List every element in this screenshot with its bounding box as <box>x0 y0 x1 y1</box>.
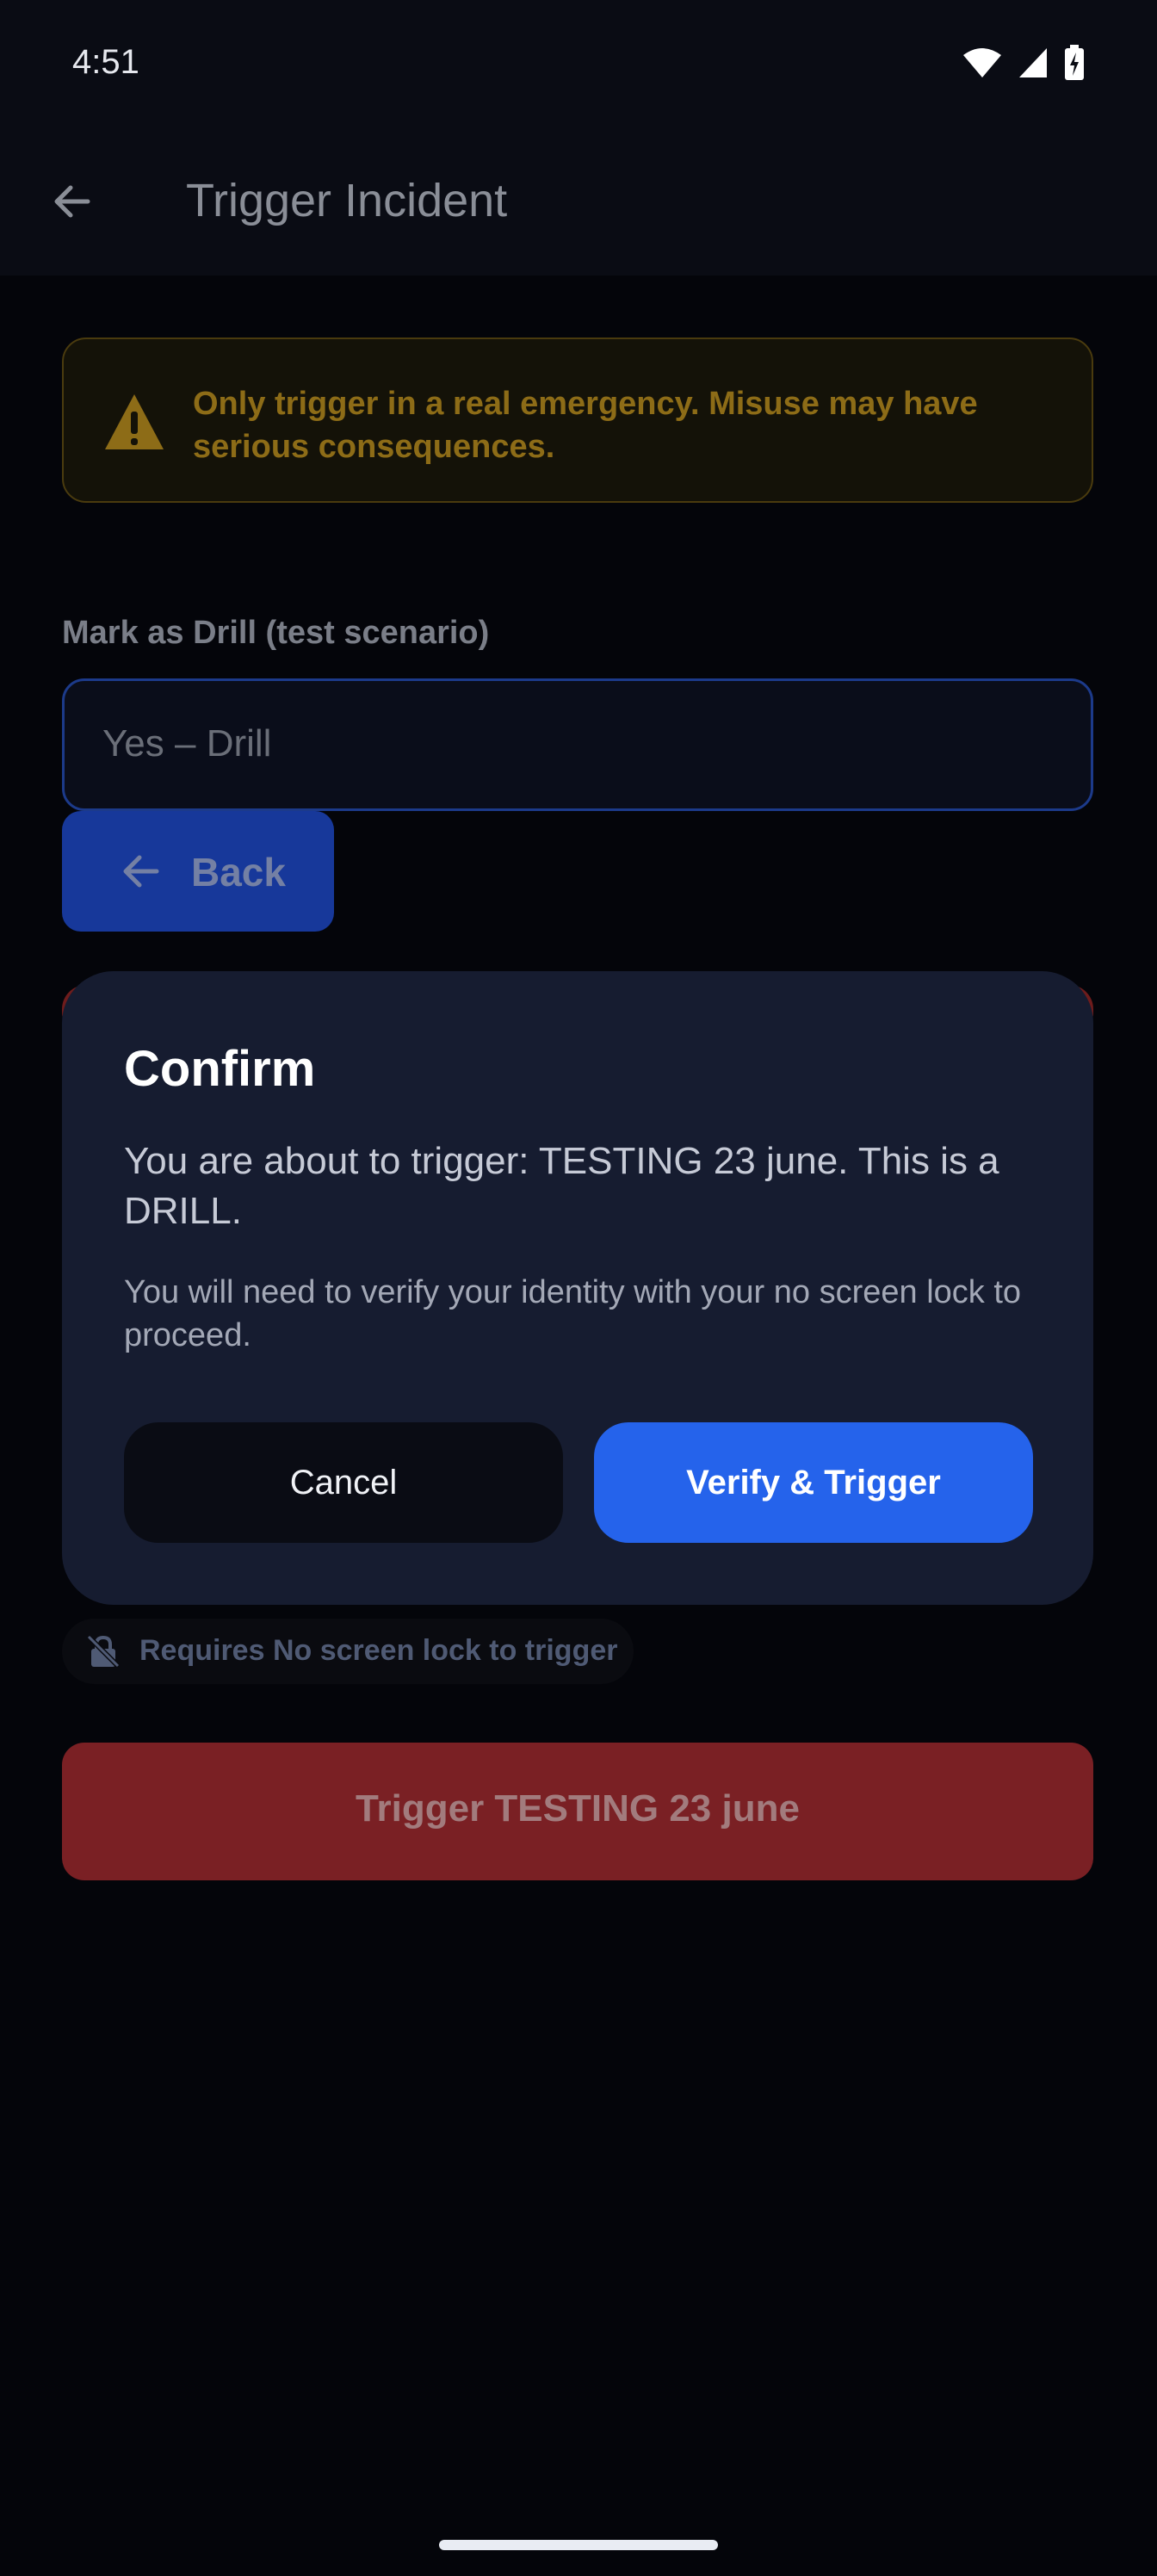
lock-requirement-text: Requires No screen lock to trigger <box>139 1634 618 1667</box>
app-bar: Trigger Incident <box>0 129 1157 276</box>
confirm-dialog: Confirm You are about to trigger: TESTIN… <box>62 971 1093 1605</box>
trigger-button-label: Trigger TESTING 23 june <box>356 1787 800 1830</box>
page-title: Trigger Incident <box>186 175 508 226</box>
dialog-note: You will need to verify your identity wi… <box>124 1274 1022 1353</box>
signal-icon <box>1019 48 1047 77</box>
status-bar: 4:51 <box>0 0 1157 129</box>
warning-triangle-icon <box>105 394 164 449</box>
back-button[interactable]: Back <box>62 811 334 932</box>
trigger-button[interactable]: Trigger TESTING 23 june <box>62 1743 1093 1880</box>
drill-select[interactable]: Yes – Drill <box>62 678 1093 811</box>
lock-off-icon <box>86 1634 121 1669</box>
lock-requirement-chip: Requires No screen lock to trigger <box>62 1619 634 1684</box>
dialog-body: You are about to trigger: TESTING 23 jun… <box>124 1140 999 1232</box>
arrow-left-icon[interactable] <box>48 177 96 226</box>
battery-charging-icon <box>1065 45 1084 80</box>
verify-trigger-button[interactable]: Verify & Trigger <box>594 1422 1033 1543</box>
drill-field-label: Mark as Drill (test scenario) <box>62 615 490 651</box>
wifi-icon <box>963 48 1001 77</box>
warning-text: Only trigger in a real emergency. Misuse… <box>193 386 978 465</box>
warning-banner: Only trigger in a real emergency. Misuse… <box>62 337 1093 503</box>
arrow-left-icon <box>123 855 159 888</box>
status-icons <box>962 45 1085 81</box>
dialog-title: Confirm <box>124 1041 316 1097</box>
trigger-incident-screen: 4:51 Trigger Incident Only trigger in a … <box>0 0 1157 2576</box>
status-time: 4:51 <box>72 43 139 81</box>
drill-select-value: Yes – Drill <box>102 722 272 765</box>
home-indicator[interactable] <box>439 2540 718 2550</box>
back-button-label: Back <box>191 850 286 895</box>
cancel-button[interactable]: Cancel <box>124 1422 563 1543</box>
